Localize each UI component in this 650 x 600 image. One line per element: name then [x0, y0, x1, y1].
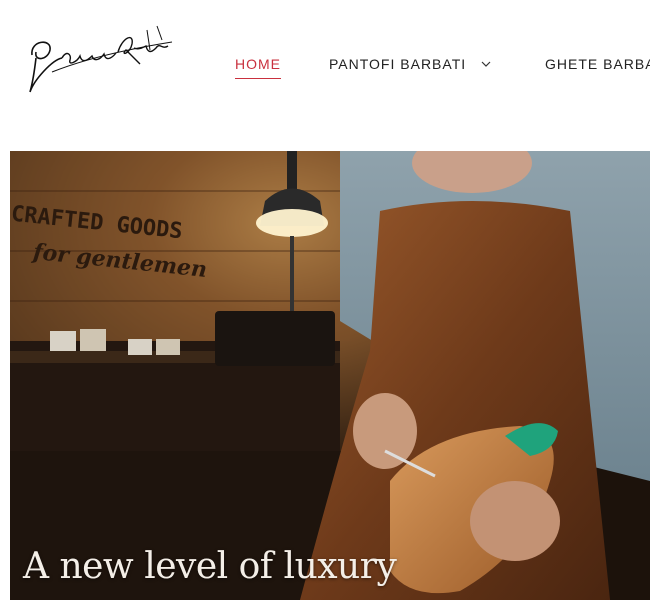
- hero-heading: A new level of luxury: [23, 546, 397, 587]
- nav-item-ghete-label: GHETE BARBA: [545, 56, 650, 72]
- hero-banner: CRAFTED GOODS for gentlemen A new level …: [10, 151, 650, 600]
- nav-item-ghete-barbati[interactable]: GHETE BARBA: [545, 56, 650, 72]
- nav-item-home[interactable]: HOME: [235, 56, 281, 79]
- nav-item-home-label: HOME: [235, 56, 281, 72]
- site-header: HOME PANTOFI BARBATI GHETE BARBA: [0, 0, 650, 150]
- main-nav: HOME PANTOFI BARBATI GHETE BARBA: [0, 0, 650, 150]
- chevron-down-icon: [481, 61, 491, 67]
- nav-item-pantofi-barbati[interactable]: PANTOFI BARBATI: [329, 56, 491, 72]
- hero-image: CRAFTED GOODS for gentlemen: [10, 151, 650, 600]
- nav-item-pantofi-label: PANTOFI BARBATI: [329, 56, 467, 72]
- active-underline: [235, 78, 281, 79]
